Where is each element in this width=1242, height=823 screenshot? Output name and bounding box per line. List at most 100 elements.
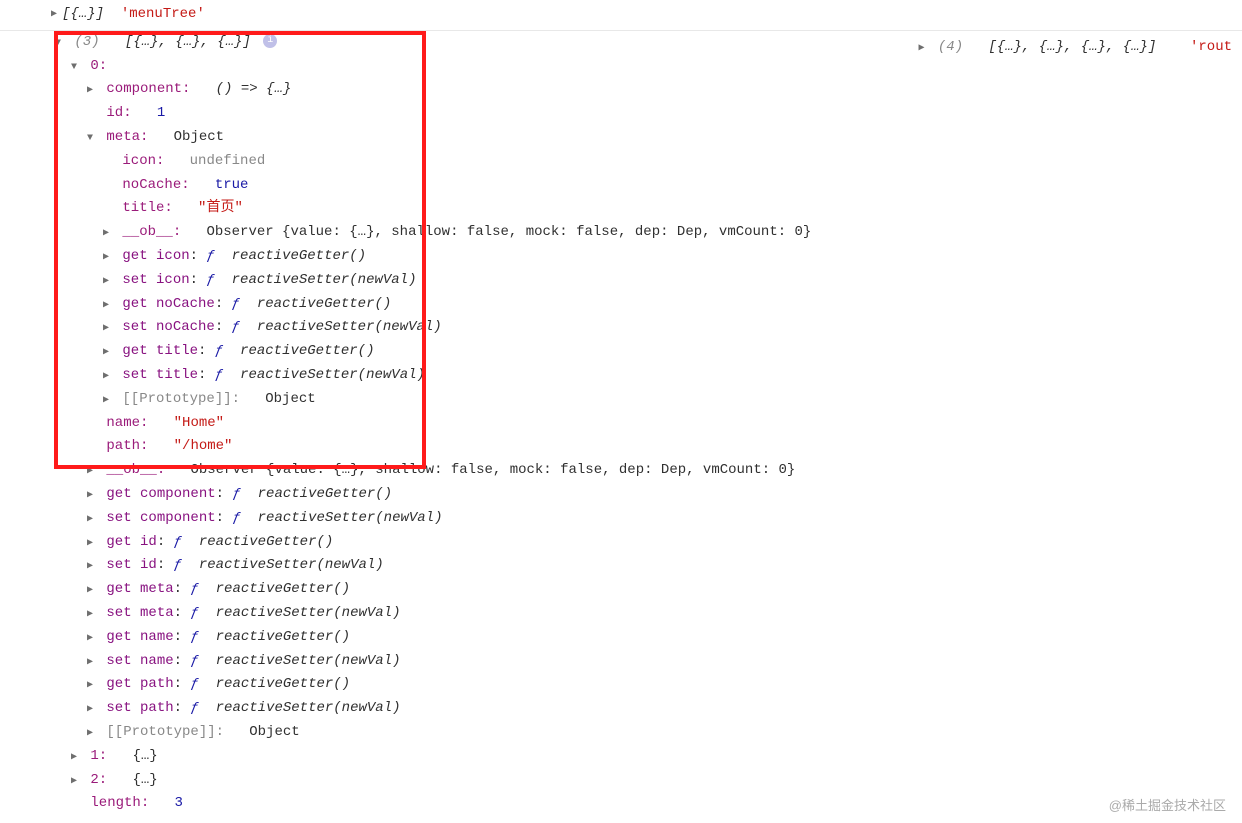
property-key: set meta [106,605,173,621]
property-key: length: [90,795,149,811]
setter-nocache[interactable]: set noCache: ƒ reactiveSetter(newVal) [0,316,1242,340]
expand-arrow-icon[interactable] [84,558,96,575]
property-key: get meta [106,581,173,597]
prop-length[interactable]: length: 3 [0,792,1242,816]
prototype[interactable]: [[Prototype]]: Object [0,388,1242,412]
expand-arrow-icon[interactable] [100,320,112,337]
watermark: @稀土掘金技术社区 [1109,795,1226,817]
property-key: get noCache [122,296,214,312]
getter-title[interactable]: get title: ƒ reactiveGetter() [0,340,1242,364]
setter-path[interactable]: set path: ƒ reactiveSetter(newVal) [0,697,1242,721]
function-name: reactiveSetter(newVal) [216,653,401,669]
expand-arrow-icon[interactable] [100,249,112,266]
setter-component[interactable]: set component: ƒ reactiveSetter(newVal) [0,507,1242,531]
getter-component[interactable]: get component: ƒ reactiveGetter() [0,483,1242,507]
expand-arrow-icon[interactable] [100,273,112,290]
setter-icon[interactable]: set icon: ƒ reactiveSetter(newVal) [0,269,1242,293]
getter-icon[interactable]: get icon: ƒ reactiveGetter() [0,245,1242,269]
array-item-2[interactable]: 2: {…} [0,769,1242,793]
function-icon: ƒ [190,700,198,716]
log-entry-rout[interactable]: (4) [{…}, {…}, {…}, {…}] 'rout [915,36,1232,60]
function-name: reactiveGetter() [258,486,392,502]
property-key: get name [106,629,173,645]
getter-meta[interactable]: get meta: ƒ reactiveGetter() [0,578,1242,602]
property-key: set component [106,510,215,526]
expand-arrow-icon[interactable] [100,368,112,385]
property-key: path: [106,438,148,454]
function-name: reactiveGetter() [216,629,350,645]
expand-arrow-icon[interactable] [100,392,112,409]
getter-nocache[interactable]: get noCache: ƒ reactiveGetter() [0,293,1242,317]
array-item-1[interactable]: 1: {…} [0,745,1242,769]
property-value: undefined [190,153,266,169]
prop-nocache[interactable]: noCache: true [0,174,1242,198]
expand-arrow-icon[interactable] [84,630,96,647]
function-name: reactiveGetter() [257,296,391,312]
prop-meta[interactable]: meta: Object [0,126,1242,150]
getter-path[interactable]: get path: ƒ reactiveGetter() [0,673,1242,697]
setter-meta[interactable]: set meta: ƒ reactiveSetter(newVal) [0,602,1242,626]
function-name: reactiveSetter(newVal) [232,272,417,288]
expand-arrow-icon[interactable] [84,487,96,504]
collapse-arrow-icon[interactable] [84,130,96,147]
function-icon: ƒ [190,581,198,597]
log-label: 'rout [1190,39,1232,55]
prop-path[interactable]: path: "/home" [0,435,1242,459]
prop-ob[interactable]: __ob__: Observer {value: {…}, shallow: f… [0,221,1242,245]
info-icon[interactable]: i [263,34,277,48]
expand-arrow-icon[interactable] [68,773,80,790]
expand-arrow-icon[interactable] [84,463,96,480]
getter-name[interactable]: get name: ƒ reactiveGetter() [0,626,1242,650]
setter-id[interactable]: set id: ƒ reactiveSetter(newVal) [0,554,1242,578]
expand-arrow-icon[interactable] [68,749,80,766]
prototype-outer[interactable]: [[Prototype]]: Object [0,721,1242,745]
prop-title[interactable]: title: "首页" [0,197,1242,221]
log-entry-menutree[interactable]: [{…}] 'menuTree' [0,0,1242,31]
expand-arrow-icon[interactable] [100,225,112,242]
expand-arrow-icon[interactable] [48,6,60,23]
function-name: reactiveGetter() [216,676,350,692]
prop-ob-outer[interactable]: __ob__: Observer {value: {…}, shallow: f… [0,459,1242,483]
property-value: Observer {value: {…}, shallow: false, mo… [206,224,811,240]
expand-arrow-icon[interactable] [84,582,96,599]
function-name: reactiveSetter(newVal) [257,319,442,335]
property-value: 1 [157,105,165,121]
property-key: icon: [122,153,164,169]
function-name: reactiveSetter(newVal) [216,700,401,716]
prop-id[interactable]: id: 1 [0,102,1242,126]
function-icon: ƒ [174,557,182,573]
function-icon: ƒ [190,676,198,692]
property-key: get title [122,343,198,359]
expand-arrow-icon[interactable] [84,654,96,671]
collapse-arrow-icon[interactable] [68,59,80,76]
expand-arrow-icon[interactable] [100,297,112,314]
expand-arrow-icon[interactable] [84,725,96,742]
property-key: set noCache [122,319,214,335]
property-key: name: [106,415,148,431]
expand-arrow-icon[interactable] [915,40,927,57]
prop-component[interactable]: component: () => {…} [0,78,1242,102]
expand-arrow-icon[interactable] [100,344,112,361]
property-value: Observer {value: {…}, shallow: false, mo… [190,462,795,478]
function-icon: ƒ [190,653,198,669]
property-value: {…} [132,772,157,788]
property-value: "/home" [174,438,233,454]
getter-id[interactable]: get id: ƒ reactiveGetter() [0,531,1242,555]
log-label: 'menuTree' [121,3,205,27]
function-icon: ƒ [232,486,240,502]
expand-arrow-icon[interactable] [84,535,96,552]
array-count: (3) [74,34,99,50]
expand-arrow-icon[interactable] [84,511,96,528]
expand-arrow-icon[interactable] [84,677,96,694]
prop-name[interactable]: name: "Home" [0,412,1242,436]
expand-arrow-icon[interactable] [84,606,96,623]
expand-arrow-icon[interactable] [84,701,96,718]
property-key: title: [122,200,172,216]
expand-arrow-icon[interactable] [84,82,96,99]
setter-title[interactable]: set title: ƒ reactiveSetter(newVal) [0,364,1242,388]
function-icon: ƒ [206,248,214,264]
collapse-arrow-icon[interactable] [52,35,64,52]
property-key: noCache: [122,177,189,193]
prop-icon[interactable]: icon: undefined [0,150,1242,174]
setter-name[interactable]: set name: ƒ reactiveSetter(newVal) [0,650,1242,674]
